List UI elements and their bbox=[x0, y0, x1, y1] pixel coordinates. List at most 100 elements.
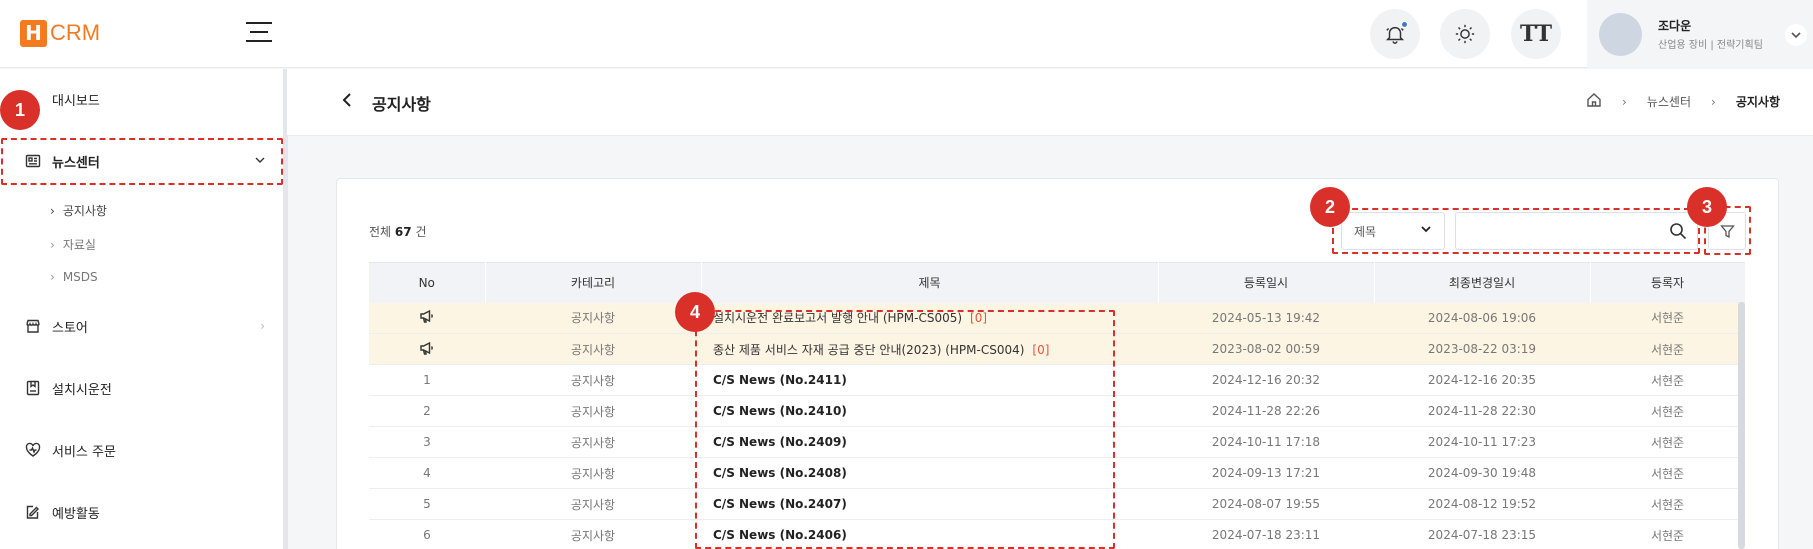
user-name: 조다운 bbox=[1658, 19, 1692, 33]
sidebar-subitem-label: MSDS bbox=[62, 270, 98, 284]
install-icon bbox=[24, 379, 42, 397]
no-cell: 4 bbox=[369, 457, 485, 489]
page-title: 공지사항 bbox=[372, 95, 431, 114]
back-icon[interactable] bbox=[340, 92, 354, 113]
chevron-down-icon bbox=[1791, 32, 1801, 39]
title-cell[interactable]: C/S News (No.2410) bbox=[701, 395, 1158, 427]
author-cell: 서현준 bbox=[1590, 519, 1745, 549]
user-org: 산업용 장비 | 전략기획팀 bbox=[1658, 40, 1763, 51]
column-header-modified[interactable]: 최종변경일시 bbox=[1374, 262, 1591, 303]
column-header-title[interactable]: 제목 bbox=[701, 262, 1159, 303]
sidebar-subitem-notice[interactable]: › 공지사항 bbox=[50, 202, 107, 219]
title-cell[interactable]: 종산 제품 서비스 자재 공급 중단 안내(2023) (HPM-CS004) [… bbox=[701, 333, 1158, 365]
sidebar-item-dashboard[interactable]: 대시보드 bbox=[0, 79, 283, 119]
modified-cell: 2024-11-28 22:30 bbox=[1374, 395, 1590, 427]
search-input[interactable] bbox=[1464, 213, 1664, 247]
sidebar-subitem-msds[interactable]: › MSDS bbox=[50, 270, 98, 284]
filter-icon bbox=[1719, 224, 1735, 238]
modified-cell: 2024-12-16 20:35 bbox=[1374, 364, 1590, 396]
author-cell: 서현준 bbox=[1590, 333, 1745, 365]
table-row[interactable]: 5 공지사항 C/S News (No.2407) 2024-08-07 19:… bbox=[369, 488, 1745, 520]
annotation-badge-2: 2 bbox=[1310, 187, 1350, 227]
total-suffix: 건 bbox=[415, 225, 427, 239]
category-cell: 공지사항 bbox=[485, 488, 701, 520]
row-title[interactable]: 종산 제품 서비스 자재 공급 중단 안내(2023) (HPM-CS004) bbox=[713, 343, 1024, 357]
table-scrollbar[interactable] bbox=[1738, 302, 1745, 549]
sidebar-item-service-order[interactable]: 서비스 주문 bbox=[0, 430, 283, 470]
sidebar-item-news-center[interactable]: 뉴스센터 bbox=[0, 141, 283, 181]
created-cell: 2024-08-07 19:55 bbox=[1158, 488, 1374, 520]
sidebar-scrollbar[interactable] bbox=[283, 69, 288, 549]
table-row[interactable]: 3 공지사항 C/S News (No.2409) 2024-10-11 17:… bbox=[369, 426, 1745, 458]
breadcrumb-item[interactable]: 뉴스센터 bbox=[1647, 93, 1691, 110]
store-icon bbox=[24, 317, 42, 335]
chevron-down-icon bbox=[255, 154, 265, 168]
sidebar-item-label: 스토어 bbox=[52, 320, 88, 336]
column-header-created[interactable]: 등록일시 bbox=[1158, 262, 1375, 303]
sidebar-item-store[interactable]: 스토어 › bbox=[0, 306, 283, 346]
megaphone-icon bbox=[420, 310, 433, 323]
category-cell: 공지사항 bbox=[485, 426, 701, 458]
search-icon[interactable] bbox=[1669, 222, 1687, 244]
table-row[interactable]: 공지사항 설치시운전 완료보고서 발행 안내 (HPM-CS005) [0] 20… bbox=[369, 302, 1745, 334]
modified-cell: 2024-09-30 19:48 bbox=[1374, 457, 1590, 489]
pinned-icon-cell bbox=[369, 333, 485, 365]
category-cell: 공지사항 bbox=[485, 395, 701, 427]
sidebar-item-installation[interactable]: 설치시운전 bbox=[0, 368, 283, 408]
sidebar-item-label: 뉴스센터 bbox=[52, 155, 100, 171]
title-cell[interactable]: C/S News (No.2409) bbox=[701, 426, 1158, 458]
font-size-button[interactable]: TT bbox=[1511, 9, 1561, 59]
created-cell: 2024-09-13 17:21 bbox=[1158, 457, 1374, 489]
sidebar-item-label: 서비스 주문 bbox=[52, 444, 116, 460]
modified-cell: 2024-08-06 19:06 bbox=[1374, 302, 1590, 334]
annotation-badge-4: 4 bbox=[675, 292, 715, 332]
title-cell[interactable]: C/S News (No.2411) bbox=[701, 364, 1158, 396]
theme-toggle-button[interactable] bbox=[1440, 9, 1490, 59]
title-cell[interactable]: 설치시운전 완료보고서 발행 안내 (HPM-CS005) [0] bbox=[701, 302, 1158, 334]
total-prefix: 전체 bbox=[369, 225, 392, 239]
sun-icon bbox=[1455, 24, 1475, 44]
author-cell: 서현준 bbox=[1590, 302, 1745, 334]
user-menu-button[interactable] bbox=[1785, 24, 1807, 46]
row-title[interactable]: 설치시운전 완료보고서 발행 안내 (HPM-CS005) bbox=[713, 311, 962, 325]
font-size-icon: TT bbox=[1520, 21, 1552, 47]
author-cell: 서현준 bbox=[1590, 395, 1745, 427]
created-cell: 2024-05-13 19:42 bbox=[1158, 302, 1374, 334]
notice-table: No 카테고리 제목 등록일시 최종변경일시 등록자 공지사항 설치시운전 완료… bbox=[369, 262, 1746, 549]
sidebar-item-prevention[interactable]: 예방활동 bbox=[0, 492, 283, 532]
sidebar-subitem-label: 공지사항 bbox=[62, 204, 107, 218]
search-box bbox=[1455, 212, 1698, 250]
table-row[interactable]: 공지사항 종산 제품 서비스 자재 공급 중단 안내(2023) (HPM-CS… bbox=[369, 333, 1745, 365]
no-cell: 6 bbox=[369, 519, 485, 549]
chevron-right-icon: › bbox=[50, 237, 55, 252]
user-panel[interactable]: 조다운 산업용 장비 | 전략기획팀 bbox=[1587, 0, 1813, 68]
column-header-no[interactable]: No bbox=[369, 262, 486, 303]
logo-mark: H bbox=[20, 19, 47, 47]
home-icon[interactable] bbox=[1586, 92, 1602, 111]
menu-icon[interactable] bbox=[246, 22, 272, 44]
notification-button[interactable] bbox=[1370, 9, 1420, 59]
sidebar-subitem-archive[interactable]: › 자료실 bbox=[50, 236, 96, 253]
category-cell: 공지사항 bbox=[485, 364, 701, 396]
chevron-right-icon: › bbox=[50, 203, 55, 218]
title-cell[interactable]: C/S News (No.2406) bbox=[701, 519, 1158, 549]
created-cell: 2024-10-11 17:18 bbox=[1158, 426, 1374, 458]
app-logo[interactable]: H CRM bbox=[20, 18, 100, 48]
pinned-icon-cell bbox=[369, 302, 485, 334]
created-cell: 2024-12-16 20:32 bbox=[1158, 364, 1374, 396]
top-header: H CRM TT 조다운 산업용 장비 | 전략기획팀 bbox=[0, 0, 1813, 68]
table-row[interactable]: 6 공지사항 C/S News (No.2406) 2024-07-18 23:… bbox=[369, 519, 1745, 549]
sidebar-item-label: 대시보드 bbox=[52, 93, 100, 109]
title-cell[interactable]: C/S News (No.2408) bbox=[701, 457, 1158, 489]
no-cell: 2 bbox=[369, 395, 485, 427]
title-cell[interactable]: C/S News (No.2407) bbox=[701, 488, 1158, 520]
table-row[interactable]: 2 공지사항 C/S News (No.2410) 2024-11-28 22:… bbox=[369, 395, 1745, 427]
search-field-select[interactable]: 제목 bbox=[1341, 212, 1445, 250]
table-row[interactable]: 1 공지사항 C/S News (No.2411) 2024-12-16 20:… bbox=[369, 364, 1745, 396]
category-cell: 공지사항 bbox=[485, 302, 701, 334]
column-header-category[interactable]: 카테고리 bbox=[485, 262, 702, 303]
column-header-author[interactable]: 등록자 bbox=[1590, 262, 1746, 303]
chevron-down-icon bbox=[1420, 223, 1432, 238]
table-row[interactable]: 4 공지사항 C/S News (No.2408) 2024-09-13 17:… bbox=[369, 457, 1745, 489]
breadcrumb-separator: › bbox=[1622, 94, 1627, 109]
